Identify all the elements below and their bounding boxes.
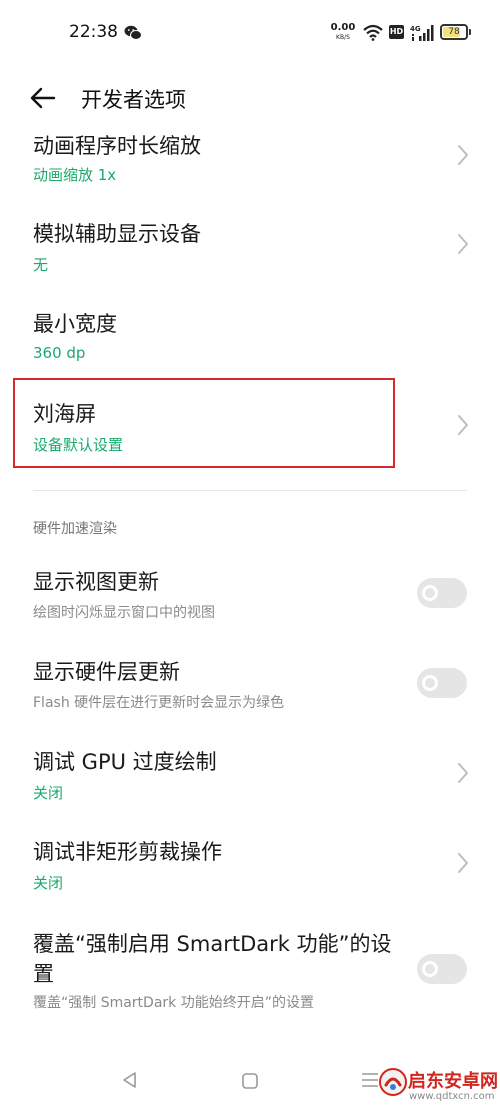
show-view-updates-toggle[interactable] (417, 578, 467, 608)
section-header: 硬件加速渲染 (33, 521, 117, 537)
setting-description: Flash 硬件层在进行更新时会显示为绿色 (33, 695, 285, 711)
setting-title: 显示视图更新 (33, 570, 159, 594)
highlight-annotation-box (13, 378, 395, 468)
setting-title-line1: 覆盖“强制启用 SmartDark 功能”的设 (33, 932, 392, 956)
chevron-right-icon (458, 145, 468, 165)
setting-debug-non-rect-clip[interactable]: 调试非矩形剪裁操作 关闭 (0, 832, 500, 898)
setting-value: 360 dp (33, 344, 86, 362)
setting-debug-gpu-overdraw[interactable]: 调试 GPU 过度绘制 关闭 (0, 742, 500, 808)
section-divider (33, 490, 467, 491)
chevron-right-icon (458, 234, 468, 254)
setting-animator-duration-scale[interactable]: 动画程序时长缩放 动画缩放 1x (0, 128, 500, 194)
watermark: 启东安卓网 www.qdtxcn.com (378, 1063, 500, 1109)
setting-value: 关闭 (33, 874, 64, 892)
chevron-right-icon (458, 853, 468, 873)
back-arrow-icon[interactable] (24, 81, 64, 115)
wechat-icon (124, 25, 142, 40)
setting-title: 动画程序时长缩放 (33, 134, 201, 158)
setting-title: 显示硬件层更新 (33, 660, 180, 684)
setting-show-hardware-layer-updates[interactable]: 显示硬件层更新 Flash 硬件层在进行更新时会显示为绿色 (0, 652, 500, 718)
toggle-knob (422, 585, 438, 601)
watermark-url: www.qdtxcn.com (409, 1091, 495, 1102)
signal-4g-icon: 4G (410, 25, 434, 41)
setting-value: 无 (33, 256, 49, 274)
nav-menu-icon[interactable] (360, 1070, 380, 1090)
network-speed: 0.00 KB/S (330, 23, 356, 42)
battery-icon: 78 (440, 24, 471, 40)
nav-back-icon[interactable] (120, 1070, 140, 1090)
svg-text:4G: 4G (410, 25, 421, 33)
hd-badge: HD (389, 25, 404, 39)
wifi-icon (363, 24, 383, 41)
chevron-right-icon (458, 763, 468, 783)
setting-override-force-smartdark[interactable]: 覆盖“强制启用 SmartDark 功能”的设 置 覆盖“强制 SmartDar… (0, 922, 500, 1022)
watermark-text: 启东安卓网 (408, 1071, 498, 1092)
nav-home-icon[interactable] (241, 1072, 259, 1090)
setting-value: 动画缩放 1x (33, 166, 117, 184)
setting-title: 模拟辅助显示设备 (33, 222, 201, 246)
setting-simulate-secondary-display[interactable]: 模拟辅助显示设备 无 (0, 212, 500, 282)
toggle-knob (422, 675, 438, 691)
app-header: 开发者选项 (0, 66, 500, 130)
battery-level: 78 (448, 27, 460, 37)
setting-show-view-updates[interactable]: 显示视图更新 绘图时闪烁显示窗口中的视图 (0, 562, 500, 628)
network-speed-value: 0.00 (330, 22, 356, 33)
status-time: 22:38 (69, 22, 118, 42)
chevron-right-icon (458, 415, 468, 435)
setting-title-line2: 置 (33, 962, 54, 986)
setting-description: 覆盖“强制 SmartDark 功能始终开启”的设置 (33, 995, 314, 1011)
page-title: 开发者选项 (81, 88, 186, 112)
watermark-logo-icon (379, 1068, 407, 1096)
status-bar: 22:38 0.00 KB/S HD 4G 78 (0, 0, 500, 66)
setting-title: 调试 GPU 过度绘制 (33, 750, 217, 774)
setting-title: 调试非矩形剪裁操作 (33, 840, 222, 864)
toggle-knob (422, 961, 438, 977)
setting-description: 绘图时闪烁显示窗口中的视图 (33, 605, 215, 621)
setting-value: 关闭 (33, 784, 64, 802)
network-speed-unit: KB/S (336, 34, 350, 41)
override-smartdark-toggle[interactable] (417, 954, 467, 984)
show-hardware-layer-updates-toggle[interactable] (417, 668, 467, 698)
setting-title: 最小宽度 (33, 312, 117, 336)
setting-smallest-width[interactable]: 最小宽度 360 dp (0, 302, 500, 372)
